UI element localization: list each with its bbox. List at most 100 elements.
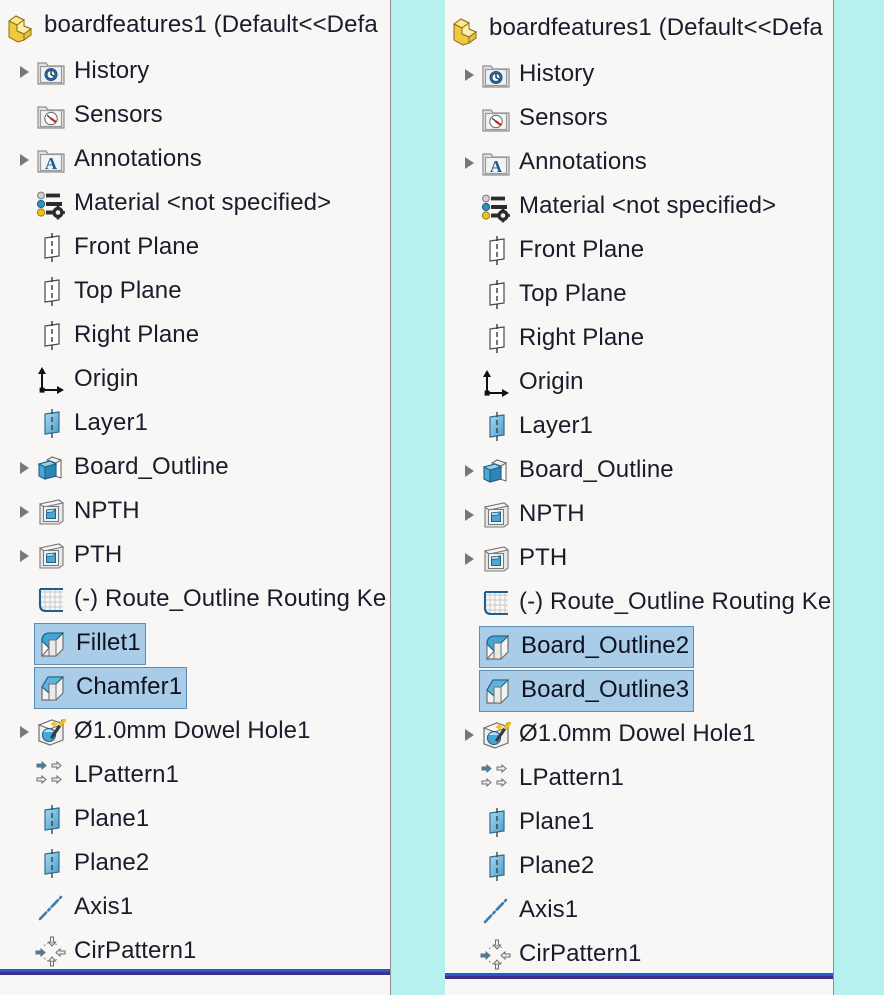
selected-item-highlight[interactable]: Board_Outline2: [479, 626, 695, 668]
tree-item-content[interactable]: Axis1: [34, 891, 133, 925]
tree-item-content[interactable]: Ø1.0mm Dowel Hole1: [34, 715, 311, 749]
tree-item[interactable]: Ø1.0mm Dowel Hole1: [0, 710, 390, 754]
tree-item[interactable]: PTH: [445, 537, 833, 581]
tree-item-content[interactable]: History: [479, 58, 594, 92]
tree-item[interactable]: Plane2: [445, 845, 833, 889]
tree-item[interactable]: CirPattern1: [0, 930, 390, 974]
chevron-right-icon[interactable]: [459, 141, 479, 185]
tree-item-content[interactable]: (-) Route_Outline Routing Ke: [479, 586, 831, 620]
chevron-right-icon[interactable]: [459, 537, 479, 581]
tree-item[interactable]: Fillet1: [0, 622, 390, 666]
tree-item[interactable]: Plane1: [0, 798, 390, 842]
tree-item-content[interactable]: LPattern1: [34, 759, 179, 793]
tree-item[interactable]: LPattern1: [0, 754, 390, 798]
tree-item-content[interactable]: PTH: [34, 539, 122, 573]
chevron-right-icon[interactable]: [14, 710, 34, 754]
tree-item-content[interactable]: Origin: [34, 363, 139, 397]
chevron-right-icon[interactable]: [14, 534, 34, 578]
tree-item-content[interactable]: LPattern1: [479, 762, 624, 796]
tree-item[interactable]: Sensors: [445, 97, 833, 141]
chevron-right-icon[interactable]: [459, 53, 479, 97]
tree-item[interactable]: CirPattern1: [445, 933, 833, 977]
chevron-right-icon[interactable]: [459, 493, 479, 537]
tree-item-content[interactable]: Board_Outline: [34, 451, 229, 485]
tree-item[interactable]: Chamfer1: [0, 666, 390, 710]
tree-item-content[interactable]: Layer1: [479, 410, 593, 444]
tree-item[interactable]: Right Plane: [0, 314, 390, 358]
chevron-right-icon[interactable]: [14, 138, 34, 182]
tree-item-content[interactable]: Plane2: [34, 847, 149, 881]
tree-item-content[interactable]: NPTH: [479, 498, 585, 532]
tree-item-content[interactable]: Front Plane: [34, 231, 199, 265]
tree-item[interactable]: Top Plane: [0, 270, 390, 314]
tree-item-content[interactable]: Plane1: [34, 803, 149, 837]
tree-item-content[interactable]: A Annotations: [34, 143, 202, 177]
tree-item[interactable]: Front Plane: [0, 226, 390, 270]
tree-item-content[interactable]: Plane2: [479, 850, 594, 884]
tree-item[interactable]: Sensors: [0, 94, 390, 138]
tree-item[interactable]: Plane1: [445, 801, 833, 845]
tree-item[interactable]: Axis1: [445, 889, 833, 933]
tree-item-content[interactable]: Top Plane: [479, 278, 627, 312]
tree-item-content[interactable]: Origin: [479, 366, 584, 400]
feature-tree-after[interactable]: boardfeatures1 (Default<<Defa History Se…: [445, 0, 833, 977]
tree-item[interactable]: Origin: [445, 361, 833, 405]
tree-item[interactable]: NPTH: [445, 493, 833, 537]
tree-item-content[interactable]: (-) Route_Outline Routing Ke: [34, 583, 386, 617]
tree-item[interactable]: Top Plane: [445, 273, 833, 317]
tree-item[interactable]: A Annotations: [445, 141, 833, 185]
tree-item[interactable]: (-) Route_Outline Routing Ke: [445, 581, 833, 625]
tree-item-content[interactable]: Layer1: [34, 407, 148, 441]
feature-tree-panel-after[interactable]: boardfeatures1 (Default<<Defa History Se…: [445, 0, 834, 995]
tree-item-content[interactable]: Right Plane: [479, 322, 644, 356]
tree-item-content[interactable]: Sensors: [34, 99, 163, 133]
tree-item[interactable]: Plane2: [0, 842, 390, 886]
tree-item[interactable]: Layer1: [445, 405, 833, 449]
tree-item-content[interactable]: Material <not specified>: [479, 190, 776, 224]
tree-item-content[interactable]: Right Plane: [34, 319, 199, 353]
tree-item[interactable]: Layer1: [0, 402, 390, 446]
chevron-right-icon[interactable]: [459, 713, 479, 757]
tree-item-content[interactable]: A Annotations: [479, 146, 647, 180]
tree-item-content[interactable]: NPTH: [34, 495, 140, 529]
tree-item[interactable]: A Annotations: [0, 138, 390, 182]
tree-item-content[interactable]: CirPattern1: [34, 935, 196, 969]
tree-item-content[interactable]: Axis1: [479, 894, 578, 928]
tree-item-content[interactable]: Ø1.0mm Dowel Hole1: [479, 718, 756, 752]
tree-item[interactable]: Material <not specified>: [445, 185, 833, 229]
tree-item-content[interactable]: Front Plane: [479, 234, 644, 268]
chevron-right-icon[interactable]: [14, 446, 34, 490]
tree-item[interactable]: Board_Outline3: [445, 669, 833, 713]
chevron-right-icon[interactable]: [14, 490, 34, 534]
tree-item[interactable]: (-) Route_Outline Routing Ke: [0, 578, 390, 622]
tree-item[interactable]: Right Plane: [445, 317, 833, 361]
tree-item-content[interactable]: Top Plane: [34, 275, 182, 309]
tree-item[interactable]: History: [0, 50, 390, 94]
selected-item-highlight[interactable]: Chamfer1: [34, 667, 188, 709]
tree-item-content[interactable]: Plane1: [479, 806, 594, 840]
tree-item[interactable]: Front Plane: [445, 229, 833, 273]
tree-item[interactable]: Material <not specified>: [0, 182, 390, 226]
selected-item-highlight[interactable]: Fillet1: [34, 623, 146, 665]
feature-tree-before[interactable]: boardfeatures1 (Default<<Defa History Se…: [0, 0, 390, 974]
tree-item[interactable]: Origin: [0, 358, 390, 402]
chevron-right-icon[interactable]: [14, 50, 34, 94]
chevron-right-icon[interactable]: [459, 449, 479, 493]
tree-item[interactable]: LPattern1: [445, 757, 833, 801]
tree-item-content[interactable]: CirPattern1: [479, 938, 641, 972]
tree-item[interactable]: NPTH: [0, 490, 390, 534]
tree-item[interactable]: Board_Outline: [0, 446, 390, 490]
tree-item-content[interactable]: Material <not specified>: [34, 187, 331, 221]
selected-item-highlight[interactable]: Board_Outline3: [479, 670, 695, 712]
tree-item[interactable]: History: [445, 53, 833, 97]
tree-item[interactable]: Ø1.0mm Dowel Hole1: [445, 713, 833, 757]
tree-item[interactable]: Board_Outline2: [445, 625, 833, 669]
tree-item-content[interactable]: Sensors: [479, 102, 608, 136]
tree-item[interactable]: Board_Outline: [445, 449, 833, 493]
tree-item-content[interactable]: PTH: [479, 542, 567, 576]
tree-root-item[interactable]: boardfeatures1 (Default<<Defa: [0, 2, 390, 50]
tree-item-content[interactable]: History: [34, 55, 149, 89]
tree-item[interactable]: Axis1: [0, 886, 390, 930]
tree-item[interactable]: PTH: [0, 534, 390, 578]
feature-tree-panel-before[interactable]: boardfeatures1 (Default<<Defa History Se…: [0, 0, 391, 995]
